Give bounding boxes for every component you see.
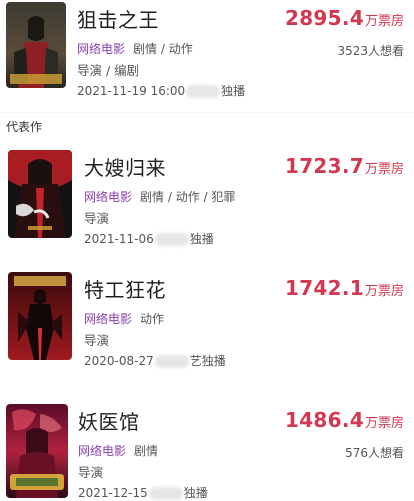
box-office: 1486.4万票房 — [285, 408, 404, 432]
box-office: 2895.4万票房 — [285, 6, 404, 30]
want-to-watch-count: 576人想看 — [345, 446, 404, 460]
release-info: 2021-11-06 独播 — [84, 230, 214, 247]
box-office-unit: 万票房 — [364, 162, 404, 177]
film-role: 导演 — [84, 211, 110, 226]
want-to-watch-count: 3523人想看 — [337, 44, 404, 58]
film-tag: 网络电影 — [77, 42, 126, 56]
release-info: 2020-08-27 艺独播 — [84, 352, 226, 369]
release-date: 2021-12-15 — [78, 486, 148, 500]
box-office-value: 2895.4 — [285, 6, 364, 30]
film-tag: 网络电影 — [78, 444, 127, 458]
film-role: 导演 / 编剧 — [77, 63, 140, 78]
box-office-value: 1742.1 — [285, 276, 364, 300]
filmography-page: 狙击之王 2895.4万票房 网络电影 剧情 / 动作 3523人想看 导演 / … — [0, 0, 414, 500]
film-meta: 网络电影 剧情 / 动作 — [77, 40, 193, 57]
film-tag: 网络电影 — [84, 312, 133, 326]
film-genres: 剧情 — [134, 444, 159, 458]
film-title[interactable]: 大嫂归来 — [84, 152, 166, 181]
release-info: 2021-12-15 独播 — [78, 484, 208, 501]
film-poster[interactable] — [8, 150, 72, 238]
film-poster[interactable] — [8, 272, 72, 360]
blurred-platform — [148, 487, 183, 500]
release-info: 2021-11-19 16:00 独播 — [77, 82, 245, 99]
film-genres: 剧情 / 动作 — [133, 42, 193, 56]
release-platform-suffix: 独播 — [221, 84, 246, 98]
blurred-platform — [154, 233, 189, 246]
film-title[interactable]: 妖医馆 — [78, 406, 140, 435]
release-date: 2021-11-06 — [84, 232, 154, 246]
film-poster[interactable] — [6, 2, 66, 88]
film-tag: 网络电影 — [84, 190, 133, 204]
blurred-platform — [154, 355, 189, 368]
film-meta: 网络电影 动作 — [84, 310, 164, 327]
release-platform-suffix: 独播 — [189, 232, 214, 246]
release-date: 2020-08-27 — [84, 354, 154, 368]
release-date: 2021-11-19 16:00 — [77, 84, 186, 98]
film-title[interactable]: 特工狂花 — [84, 274, 166, 303]
box-office-unit: 万票房 — [364, 14, 404, 29]
box-office-unit: 万票房 — [364, 416, 404, 431]
film-meta: 网络电影 剧情 / 动作 / 犯罪 — [84, 188, 235, 205]
box-office-value: 1486.4 — [285, 408, 364, 432]
film-genres: 剧情 / 动作 / 犯罪 — [140, 190, 236, 204]
film-role: 导演 — [78, 465, 104, 480]
film-title[interactable]: 狙击之王 — [77, 4, 159, 33]
film-meta: 网络电影 剧情 — [78, 442, 158, 459]
blurred-platform — [186, 85, 221, 98]
box-office-value: 1723.7 — [285, 154, 364, 178]
release-platform-suffix: 独播 — [183, 486, 208, 500]
box-office: 1723.7万票房 — [285, 154, 404, 178]
section-title: 代表作 — [6, 120, 43, 134]
film-genres: 动作 — [140, 312, 165, 326]
film-poster[interactable] — [6, 404, 68, 498]
box-office: 1742.1万票房 — [285, 276, 404, 300]
film-role: 导演 — [84, 333, 110, 348]
section-divider — [0, 112, 414, 113]
box-office-unit: 万票房 — [364, 284, 404, 299]
release-platform-suffix: 艺独播 — [189, 354, 226, 368]
